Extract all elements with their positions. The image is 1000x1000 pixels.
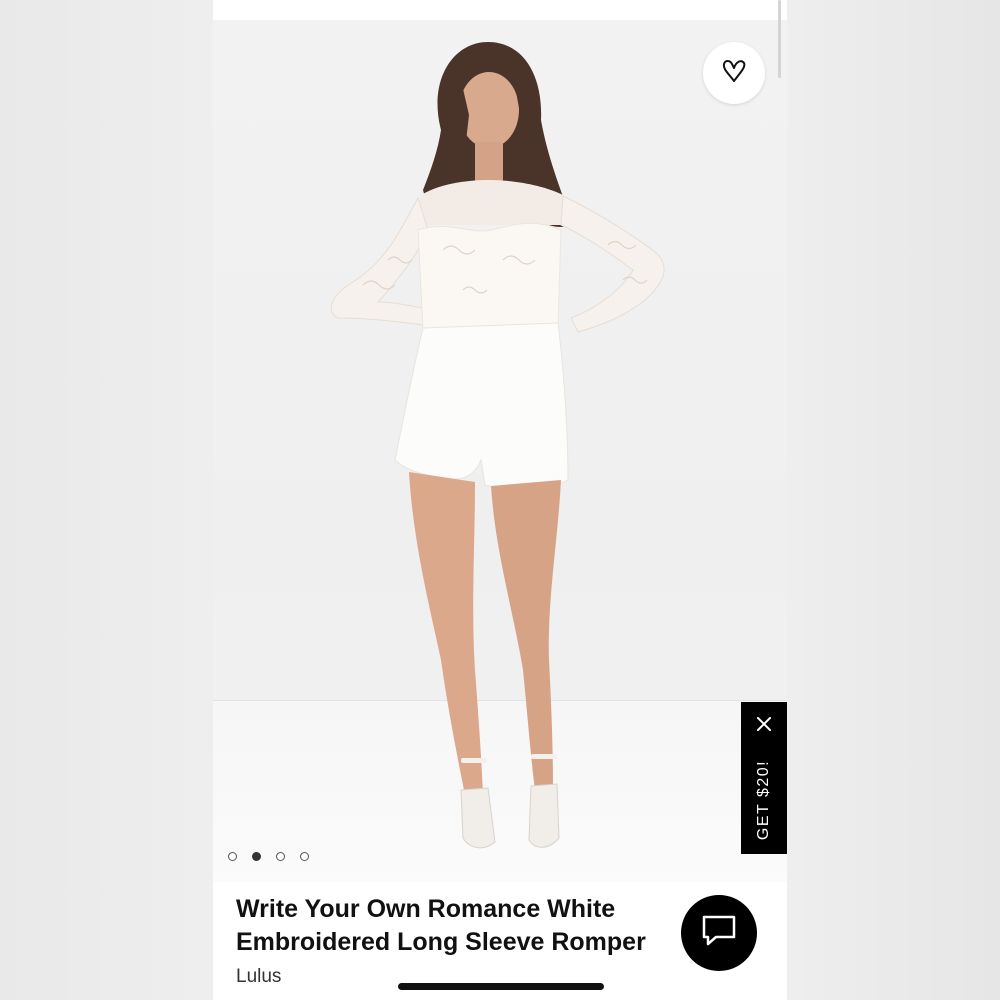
close-icon[interactable] <box>754 714 774 734</box>
top-strip <box>213 0 787 20</box>
home-indicator[interactable] <box>398 983 604 990</box>
model-figure <box>330 42 665 849</box>
carousel-dot-1[interactable] <box>228 852 237 861</box>
carousel-dot-3[interactable] <box>276 852 285 861</box>
favorite-button[interactable] <box>703 42 765 104</box>
backdrop-left <box>0 0 213 1000</box>
promo-label[interactable]: GET $20! <box>755 760 773 840</box>
product-brand[interactable]: Lulus <box>236 966 281 988</box>
product-image[interactable] <box>213 20 787 882</box>
product-info: Write Your Own Romance White Embroidered… <box>213 882 787 1000</box>
chat-bubble-icon <box>700 913 738 954</box>
promo-tab[interactable]: GET $20! <box>741 702 787 854</box>
heart-outline-icon <box>720 57 748 90</box>
scrollbar[interactable] <box>778 0 781 78</box>
carousel-dot-2[interactable] <box>252 852 261 861</box>
chat-button[interactable] <box>681 895 757 971</box>
phone-screen: GET $20! Write Your Own Romance White Em… <box>213 0 787 1000</box>
carousel-dot-4[interactable] <box>300 852 309 861</box>
backdrop-right <box>787 0 1000 1000</box>
carousel-indicator <box>228 852 309 861</box>
